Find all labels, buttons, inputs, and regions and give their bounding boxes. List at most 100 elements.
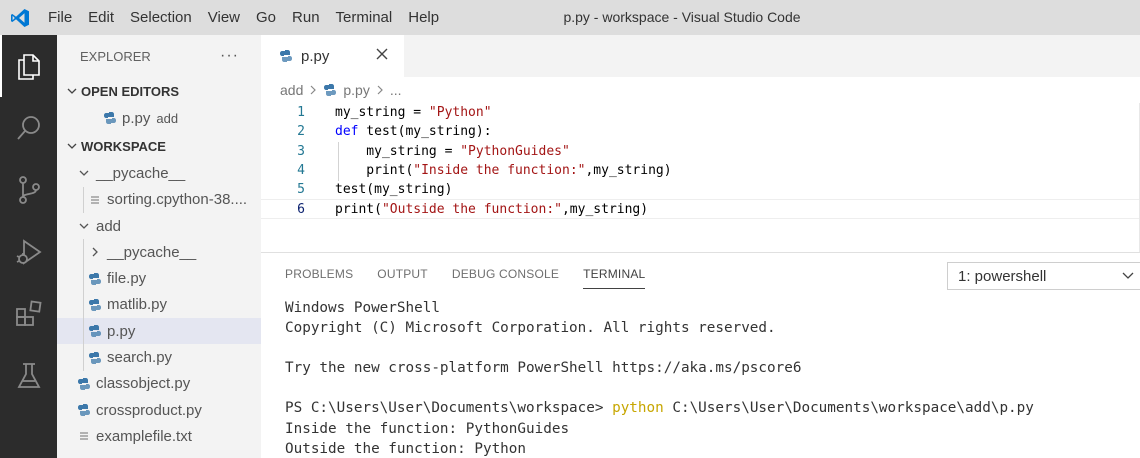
code-text: print("Outside the function:",my_string) bbox=[335, 201, 649, 217]
text-file-icon bbox=[86, 194, 104, 206]
terminal-line: Copyright (C) Microsoft Corporation. All… bbox=[285, 320, 776, 337]
search-icon bbox=[16, 116, 40, 140]
tree-folder-pycache[interactable]: __pycache__ bbox=[57, 160, 261, 186]
chevron-right-icon bbox=[376, 82, 384, 98]
chevron-down-icon bbox=[63, 141, 81, 151]
tab-p-py[interactable]: p.py bbox=[261, 35, 404, 77]
tab-label: p.py bbox=[301, 47, 330, 65]
code-line: 1 my_string = "Python" bbox=[261, 103, 1140, 122]
breadcrumb-symbol[interactable]: ... bbox=[390, 82, 402, 98]
files-icon bbox=[17, 54, 40, 80]
tree-file-file-py[interactable]: file.py bbox=[57, 265, 261, 292]
testing-icon bbox=[16, 363, 41, 388]
terminal-select[interactable]: 1: powershell bbox=[947, 262, 1140, 290]
run-debug-button[interactable] bbox=[0, 221, 57, 283]
tree-file-classobject-py[interactable]: classobject.py bbox=[57, 371, 261, 397]
close-icon[interactable] bbox=[376, 47, 388, 65]
code-line: 3 my_string = "PythonGuides" bbox=[261, 142, 1140, 161]
breadcrumb-folder[interactable]: add bbox=[280, 82, 303, 98]
tree-file-search-py[interactable]: search.py bbox=[57, 344, 261, 371]
terminal-line: Windows PowerShell bbox=[285, 300, 440, 316]
terminal-prompt-line: PS C:\Users\User\Documents\workspace> py… bbox=[285, 398, 1034, 418]
chevron-right-icon bbox=[86, 247, 104, 257]
tab-output[interactable]: OUTPUT bbox=[377, 253, 428, 295]
terminal-prompt: PS C:\Users\User\Documents\workspace> bbox=[285, 400, 613, 417]
testing-button[interactable] bbox=[0, 345, 57, 407]
tab-terminal[interactable]: TERMINAL bbox=[583, 253, 646, 295]
python-file-icon bbox=[86, 324, 104, 338]
python-file-icon bbox=[75, 403, 93, 417]
tree-item-label: p.py bbox=[107, 322, 136, 340]
tree-item-label: matlib.py bbox=[107, 296, 168, 314]
open-editors-label: OPEN EDITORS bbox=[81, 83, 180, 99]
terminal-line: Outside the function: Python bbox=[285, 440, 527, 457]
tree-file-p-py[interactable]: p.py bbox=[57, 318, 261, 345]
menu-edit[interactable]: Edit bbox=[80, 0, 122, 35]
breadcrumb-file[interactable]: p.py bbox=[343, 82, 369, 98]
line-number: 6 bbox=[297, 201, 305, 217]
extensions-button[interactable] bbox=[0, 283, 57, 345]
python-file-icon bbox=[75, 377, 93, 391]
menu-run[interactable]: Run bbox=[284, 0, 328, 35]
source-control-button[interactable] bbox=[0, 159, 57, 221]
code-line: 4 print("Inside the function:",my_string… bbox=[261, 161, 1140, 180]
code-text: def test(my_string): bbox=[335, 124, 492, 140]
tree-file-sorting[interactable]: sorting.cpython-38.... bbox=[57, 186, 261, 213]
text-file-icon bbox=[75, 430, 93, 442]
menu-bar: File Edit Selection View Go Run Terminal… bbox=[40, 0, 447, 35]
explorer-button[interactable] bbox=[0, 35, 57, 97]
python-file-icon bbox=[86, 272, 104, 286]
terminal-select-value: 1: powershell bbox=[958, 267, 1047, 285]
open-editors-section[interactable]: OPEN EDITORS bbox=[57, 77, 261, 105]
tab-debug-console[interactable]: DEBUG CONSOLE bbox=[452, 253, 559, 295]
breadcrumb: add p.py ... bbox=[261, 77, 1140, 103]
code-text: my_string = "Python" bbox=[335, 105, 492, 121]
tree-file-matlib-py[interactable]: matlib.py bbox=[57, 291, 261, 319]
tree-item-label: add bbox=[96, 217, 122, 235]
tree-folder-add-pycache[interactable]: __pycache__ bbox=[57, 239, 261, 266]
tree-folder-add[interactable]: add bbox=[57, 213, 261, 239]
more-actions-button[interactable]: ··· bbox=[220, 47, 239, 65]
python-file-icon bbox=[279, 49, 293, 63]
tree-item-label: __pycache__ bbox=[107, 243, 197, 261]
open-editor-desc: add bbox=[156, 110, 179, 126]
chevron-down-icon bbox=[63, 86, 81, 96]
menu-view[interactable]: View bbox=[200, 0, 248, 35]
explorer-title: EXPLORER bbox=[80, 48, 151, 64]
code-text: print("Inside the function:",my_string) bbox=[335, 163, 672, 179]
menu-terminal[interactable]: Terminal bbox=[328, 0, 401, 35]
menu-help[interactable]: Help bbox=[400, 0, 447, 35]
menu-file[interactable]: File bbox=[40, 0, 80, 35]
extensions-icon bbox=[15, 300, 42, 326]
vscode-logo-icon bbox=[0, 0, 40, 35]
tree-item-label: file.py bbox=[107, 270, 147, 288]
tree-item-label: __pycache__ bbox=[96, 164, 186, 182]
chevron-down-icon bbox=[75, 221, 93, 231]
source-control-icon bbox=[18, 176, 40, 204]
terminal-output[interactable]: Windows PowerShell Copyright (C) Microso… bbox=[285, 298, 1034, 458]
menu-selection[interactable]: Selection bbox=[122, 0, 200, 35]
code-line: 2 def test(my_string): bbox=[261, 122, 1140, 141]
workspace-section[interactable]: WORKSPACE bbox=[57, 132, 261, 160]
bottom-panel: PROBLEMS OUTPUT DEBUG CONSOLE TERMINAL 1… bbox=[261, 252, 1140, 458]
code-line: 5 test(my_string) bbox=[261, 180, 1140, 199]
open-editor-item[interactable]: p.py add bbox=[57, 105, 261, 131]
search-button[interactable] bbox=[0, 97, 57, 159]
menu-go[interactable]: Go bbox=[248, 0, 284, 35]
chevron-right-icon bbox=[309, 82, 317, 98]
tree-item-label: search.py bbox=[107, 349, 173, 367]
tab-problems[interactable]: PROBLEMS bbox=[285, 253, 353, 295]
chevron-down-icon bbox=[75, 168, 93, 178]
line-number: 2 bbox=[297, 124, 305, 140]
line-number: 4 bbox=[297, 163, 305, 179]
open-editor-name: p.py bbox=[122, 109, 151, 127]
explorer-sidebar: EXPLORER ··· OPEN EDITORS p.py add WORKS… bbox=[57, 35, 261, 458]
window-title: p.py - workspace - Visual Studio Code bbox=[563, 9, 801, 25]
python-file-icon bbox=[101, 111, 119, 125]
tree-file-examplefile-txt[interactable]: examplefile.txt bbox=[57, 423, 261, 449]
code-editor[interactable]: 1 my_string = "Python" 2 def test(my_str… bbox=[261, 103, 1140, 223]
python-file-icon bbox=[86, 351, 104, 365]
tree-file-crossproduct-py[interactable]: crossproduct.py bbox=[57, 397, 261, 423]
